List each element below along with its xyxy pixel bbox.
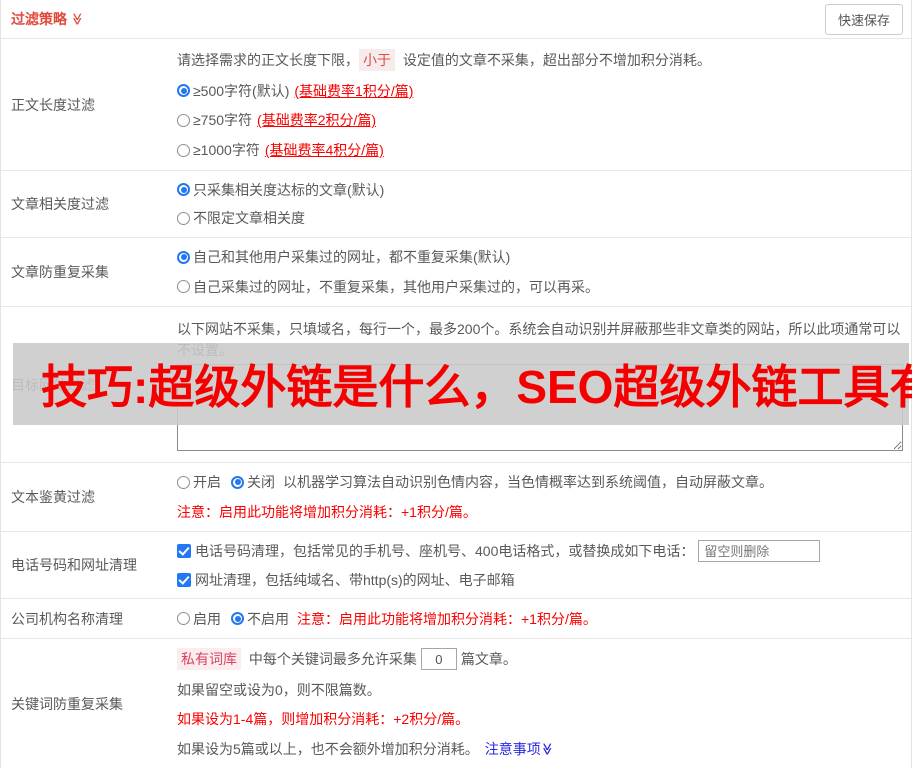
- radio-label: 不限定文章相关度: [193, 210, 305, 227]
- radio-label: 启用: [193, 610, 221, 627]
- radio-option-relevance-any[interactable]: 不限定文章相关度: [177, 208, 903, 228]
- radio-label: 只采集相关度达标的文章(默认): [193, 181, 385, 198]
- row-content-porn-filter: 开启 关闭 以机器学习算法自动识别色情内容，当色情概率达到系统阈值，自动屏蔽文章…: [177, 463, 911, 531]
- page-title[interactable]: 过滤策略 ≫: [11, 9, 84, 29]
- radio-option-1000-chars[interactable]: ≥1000字符 (基础费率4积分/篇): [177, 140, 903, 160]
- checkbox-url-cleaning[interactable]: 网址清理，包括纯域名、带http(s)的网址、电子邮箱: [177, 570, 903, 590]
- fee-note: (基础费率2积分/篇): [257, 112, 377, 129]
- keyword-note-five: 如果设为5篇或以上，也不会额外增加积分消耗。 注意事项 ≫: [177, 739, 555, 759]
- row-label-relevance: 文章相关度过滤: [11, 196, 109, 212]
- row-label-dedup: 文章防重复采集: [11, 264, 109, 280]
- radio-label: 不启用: [247, 610, 289, 627]
- body-length-intro: 请选择需求的正文长度下限， 小于 设定值的文章不采集，超出部分不增加积分消耗。: [177, 48, 903, 71]
- radio-icon[interactable]: [177, 211, 190, 225]
- fee-note: (基础费率4积分/篇): [264, 142, 384, 159]
- double-chevron-down-icon: ≫: [70, 12, 85, 26]
- checkbox-label: 网址清理，包括纯域名、带http(s)的网址、电子邮箱: [195, 572, 515, 588]
- fee-note: (基础费率1积分/篇): [294, 82, 414, 99]
- radio-label: ≥500字符(默认): [193, 82, 290, 99]
- quick-save-button[interactable]: 快速保存: [824, 3, 903, 35]
- row-company-name-cleaning: 公司机构名称清理 启用 不启用 注意：启用此功能将增加积分消耗：+1积分/篇。: [1, 598, 911, 638]
- row-content-company: 启用 不启用 注意：启用此功能将增加积分消耗：+1积分/篇。: [177, 599, 911, 638]
- page-title-text: 过滤策略: [11, 11, 67, 27]
- keyword-limit-line: 私有词库 中每个关键词最多允许采集 篇文章。: [177, 648, 903, 671]
- company-options-line: 启用 不启用 注意：启用此功能将增加积分消耗：+1积分/篇。: [177, 609, 903, 629]
- row-content-dedup: 自己和其他用户采集过的网址，都不重复采集(默认) 自己采集过的网址，不重复采集，…: [177, 238, 911, 306]
- radio-option-relevance-only[interactable]: 只采集相关度达标的文章(默认): [177, 180, 903, 200]
- row-content-keyword: 私有词库 中每个关键词最多允许采集 篇文章。 如果留空或设为0，则不限篇数。 如…: [177, 639, 911, 768]
- phone-cleaning-line: 电话号码清理，包括常见的手机号、座机号、400电话格式，或替换成如下电话：: [177, 540, 903, 562]
- radio-icon[interactable]: [177, 250, 190, 264]
- row-dedup-collection: 文章防重复采集 自己和其他用户采集过的网址，都不重复采集(默认) 自己采集过的网…: [1, 237, 911, 306]
- radio-icon[interactable]: [177, 612, 190, 625]
- radio-option-company-on[interactable]: 启用: [177, 609, 221, 629]
- top-bar: 过滤策略 ≫ 快速保存: [1, 0, 911, 38]
- watermark-overlay: 技巧:超级外链是什么，SEO超级外链工具有: [13, 343, 912, 425]
- row-keyword-dedup: 关键词防重复采集 私有词库 中每个关键词最多允许采集 篇文章。 如果留空或设为0…: [1, 638, 911, 768]
- double-chevron-down-icon: ≫: [540, 742, 555, 755]
- porn-filter-options: 开启 关闭 以机器学习算法自动识别色情内容，当色情概率达到系统阈值，自动屏蔽文章…: [177, 472, 903, 492]
- radio-icon[interactable]: [231, 612, 244, 625]
- radio-label: 开启: [193, 474, 221, 491]
- row-label-porn-filter: 文本鉴黄过滤: [11, 489, 95, 505]
- radio-label: ≥1000字符: [193, 142, 260, 159]
- replacement-phone-input[interactable]: [698, 540, 821, 562]
- watermark-text: 技巧:超级外链是什么，SEO超级外链工具有: [41, 361, 912, 413]
- checkbox-icon[interactable]: [177, 573, 191, 587]
- filter-settings-page: 过滤策略 ≫ 快速保存 正文长度过滤 请选择需求的正文长度下限， 小于 设定值的…: [0, 0, 912, 768]
- porn-filter-note: 注意：启用此功能将增加积分消耗：+1积分/篇。: [177, 503, 477, 520]
- keyword-limit-input[interactable]: [420, 648, 457, 671]
- row-relevance-filter: 文章相关度过滤 只采集相关度达标的文章(默认) 不限定文章相关度: [1, 170, 911, 237]
- radio-label: 自己采集过的网址，不重复采集，其他用户采集过的，可以再采。: [193, 278, 599, 295]
- porn-filter-desc: 以机器学习算法自动识别色情内容，当色情概率达到系统阈值，自动屏蔽文章。: [283, 474, 773, 491]
- radio-icon[interactable]: [177, 475, 190, 489]
- row-label-phone-url: 电话号码和网址清理: [11, 557, 137, 573]
- row-porn-filter: 文本鉴黄过滤 开启 关闭 以机器学习算法自动识别色情内容，当色情概率达到系统阈值…: [1, 462, 911, 531]
- keyword-note-zero: 如果留空或设为0，则不限篇数。: [177, 681, 381, 698]
- radio-label: ≥750字符: [193, 112, 253, 129]
- radio-label: 关闭: [247, 474, 275, 491]
- notice-link[interactable]: 注意事项: [485, 739, 541, 759]
- radio-icon[interactable]: [231, 475, 244, 489]
- radio-option-500-chars[interactable]: ≥500字符(默认) (基础费率1积分/篇): [177, 81, 903, 101]
- less-than-tag: 小于: [359, 48, 395, 71]
- radio-icon[interactable]: [177, 113, 190, 127]
- radio-label: 自己和其他用户采集过的网址，都不重复采集(默认): [193, 249, 511, 266]
- row-content-body-length: 请选择需求的正文长度下限， 小于 设定值的文章不采集，超出部分不增加积分消耗。 …: [177, 39, 911, 170]
- radio-icon[interactable]: [177, 280, 190, 294]
- radio-icon[interactable]: [177, 84, 190, 98]
- radio-option-porn-on[interactable]: 开启: [177, 472, 221, 492]
- row-phone-url-cleaning: 电话号码和网址清理 电话号码清理，包括常见的手机号、座机号、400电话格式，或替…: [1, 531, 911, 598]
- row-content-relevance: 只采集相关度达标的文章(默认) 不限定文章相关度: [177, 171, 911, 237]
- radio-option-dedup-self-only[interactable]: 自己采集过的网址，不重复采集，其他用户采集过的，可以再采。: [177, 277, 903, 297]
- row-label-company: 公司机构名称清理: [11, 610, 123, 627]
- radio-option-750-chars[interactable]: ≥750字符 (基础费率2积分/篇): [177, 110, 903, 130]
- radio-option-company-off[interactable]: 不启用: [231, 609, 289, 629]
- radio-icon[interactable]: [177, 143, 190, 157]
- row-body-length-filter: 正文长度过滤 请选择需求的正文长度下限， 小于 设定值的文章不采集，超出部分不增…: [1, 38, 911, 170]
- row-label-body-length: 正文长度过滤: [11, 96, 95, 113]
- row-label-keyword: 关键词防重复采集: [11, 695, 123, 712]
- checkbox-phone-cleaning[interactable]: 电话号码清理，包括常见的手机号、座机号、400电话格式，或替换成如下电话：: [177, 541, 694, 561]
- company-note: 注意：启用此功能将增加积分消耗：+1积分/篇。: [297, 610, 597, 627]
- radio-option-dedup-all-users[interactable]: 自己和其他用户采集过的网址，都不重复采集(默认): [177, 247, 903, 267]
- keyword-note-fee: 如果设为1-4篇，则增加积分消耗：+2积分/篇。: [177, 711, 470, 728]
- checkbox-label: 电话号码清理，包括常见的手机号、座机号、400电话格式，或替换成如下电话：: [195, 543, 695, 559]
- radio-option-porn-off[interactable]: 关闭: [231, 472, 275, 492]
- radio-icon[interactable]: [177, 183, 190, 197]
- row-content-phone-url: 电话号码清理，包括常见的手机号、座机号、400电话格式，或替换成如下电话： 网址…: [177, 532, 911, 598]
- checkbox-icon[interactable]: [177, 544, 191, 558]
- private-lexicon-tag: 私有词库: [177, 648, 241, 671]
